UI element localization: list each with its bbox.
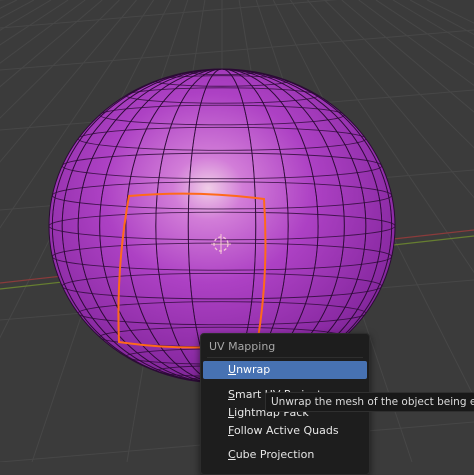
menu-item-unwrap[interactable]: Unwrap: [203, 361, 367, 379]
menu-title: UV Mapping: [209, 340, 275, 353]
menu-item-follow-active-quads[interactable]: Follow Active Quads: [203, 422, 367, 440]
menu-divider: [207, 357, 363, 358]
tooltip: Unwrap the mesh of the object being edit…: [265, 392, 474, 412]
menu-item-cube-projection[interactable]: Cube Projection: [203, 446, 367, 464]
